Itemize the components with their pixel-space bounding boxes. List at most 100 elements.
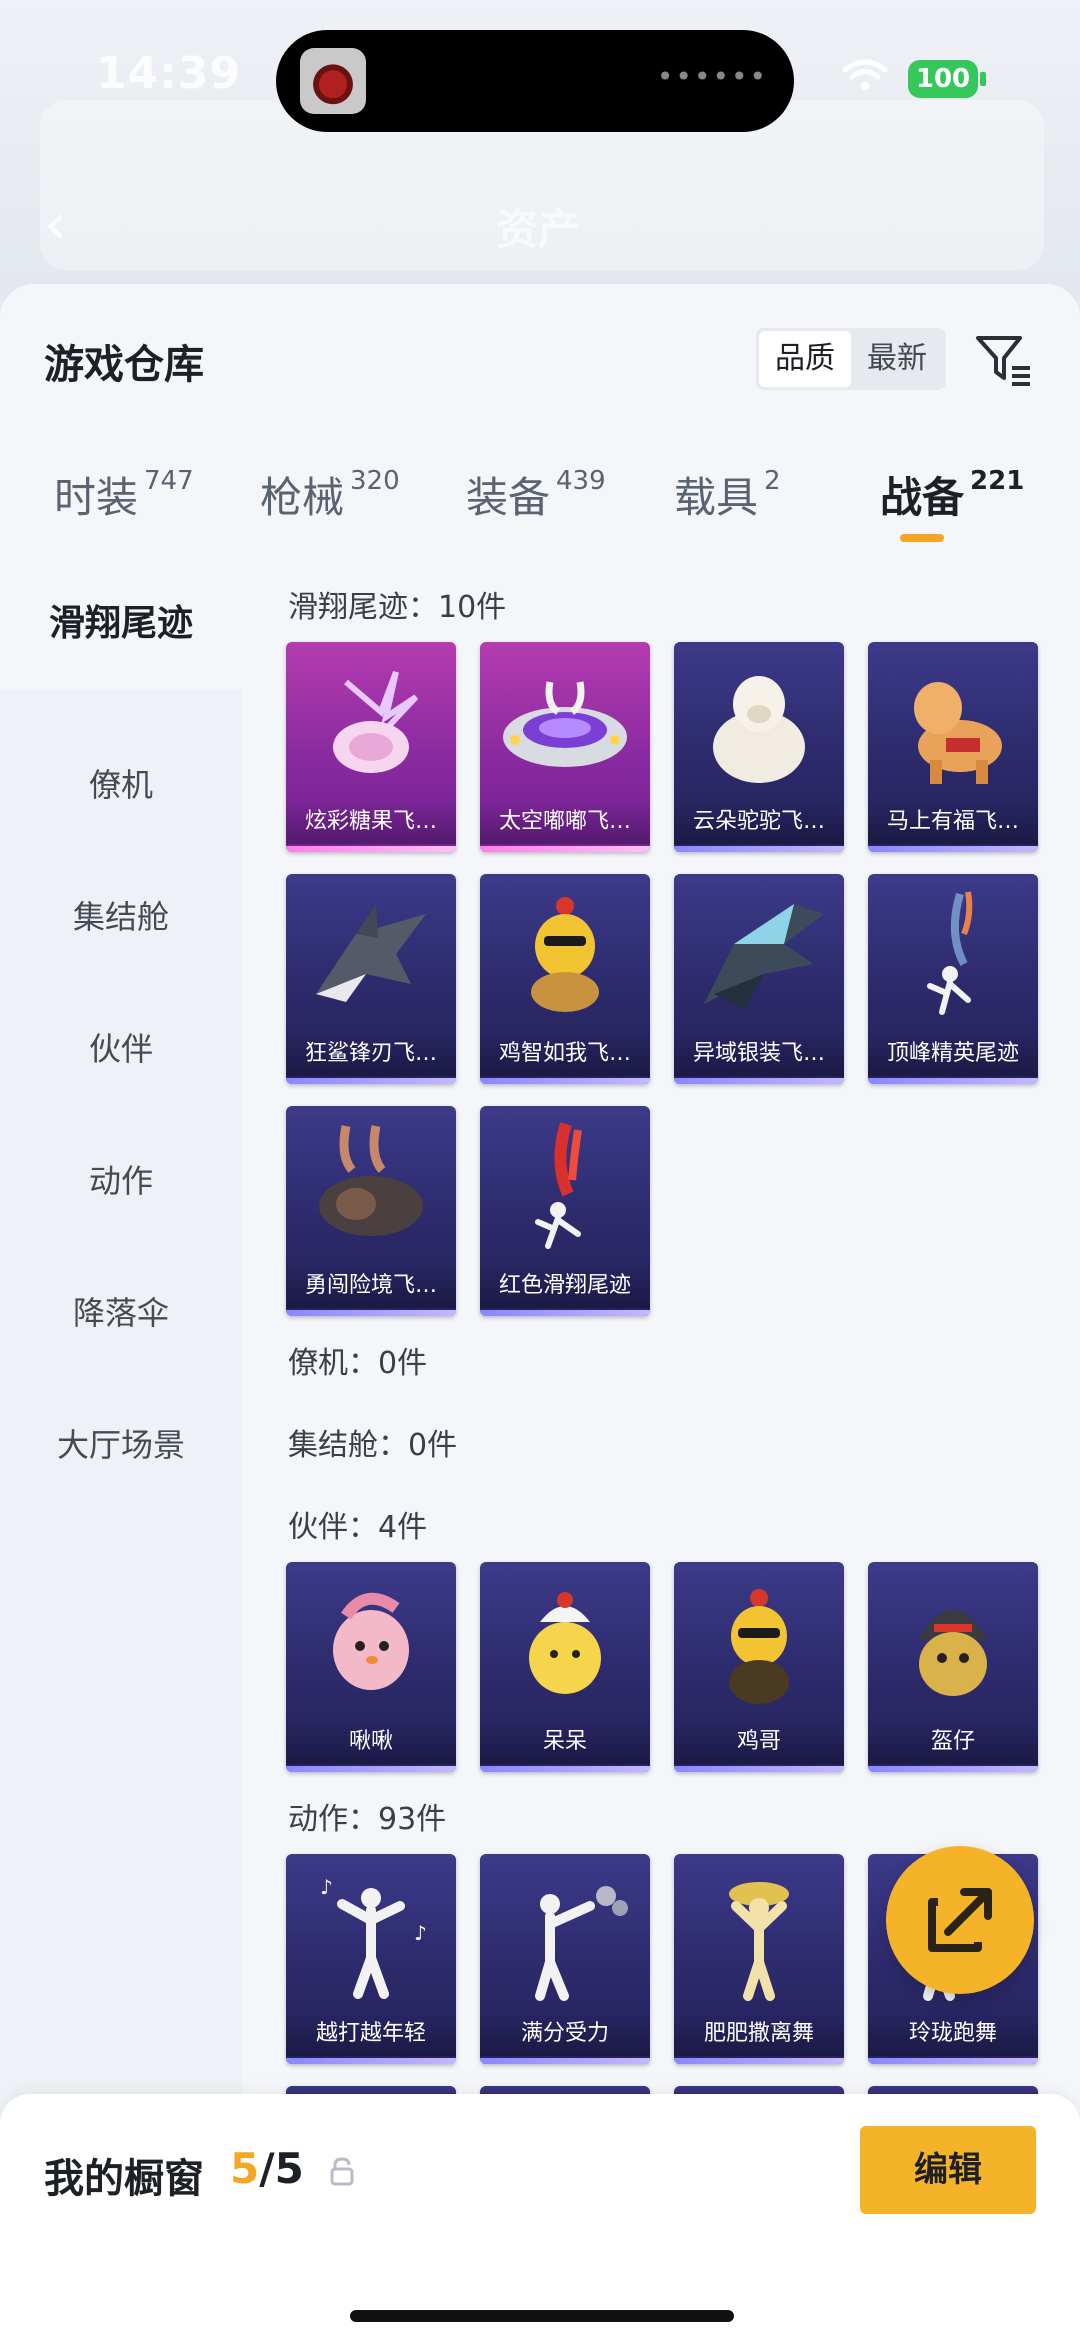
svg-text:♪: ♪ [320, 1875, 333, 1899]
showcase-total: /5 [259, 2144, 304, 2193]
filter-icon[interactable] [974, 332, 1034, 388]
item-card[interactable]: 啾啾 [286, 1562, 456, 1772]
red-trail-image [535, 1122, 582, 1249]
showcase-current: 5 [230, 2144, 260, 2193]
item-name: 马上有福飞… [868, 800, 1038, 844]
item-name: 炫彩糖果飞… [286, 800, 456, 844]
sidebar-item-partner[interactable]: 伙伴 [0, 1024, 242, 1070]
item-card[interactable]: 异域银装飞… [674, 874, 844, 1084]
tab-fashion[interactable]: 时装 747 [54, 464, 194, 525]
share-button[interactable] [886, 1846, 1034, 1994]
item-card[interactable]: 狂鲨锋刃飞… [286, 874, 456, 1084]
page-title: 游戏仓库 [44, 342, 204, 388]
item-card[interactable]: ♪ ♪ 越打越年轻 [286, 1854, 456, 2064]
sort-toggle[interactable]: 品质 最新 [756, 328, 946, 390]
item-name: 红色滑翔尾迹 [480, 1264, 650, 1308]
tab-guns[interactable]: 枪械 320 [260, 464, 400, 525]
lock-icon [330, 2157, 354, 2186]
share-icon [928, 1888, 992, 1952]
section-heading-rally-pod: 集结舱：0件 [288, 1428, 458, 1463]
tab-label: 装备 [466, 473, 551, 522]
item-name: 肥肥撒离舞 [674, 2012, 844, 2056]
tab-label: 枪械 [260, 473, 345, 522]
emote-dance-image: ♪♪ [320, 1875, 427, 1999]
partner-jiujiu-image [333, 1592, 409, 1690]
tab-count: 320 [350, 466, 400, 496]
showcase-bar: 我的橱窗 5/5 编辑 [0, 2094, 1080, 2341]
status-time: 14:39 [96, 48, 242, 99]
game-warehouse-sheet: 游戏仓库 品质 最新 时装 747 枪械 320 装备 439 载具 2 战备 221 滑… [0, 284, 1080, 2341]
item-name: 顶峰精英尾迹 [868, 1032, 1038, 1076]
active-tab-indicator [900, 534, 944, 542]
item-card[interactable]: 肥肥撒离舞 [674, 1854, 844, 2064]
sort-quality[interactable]: 品质 [759, 331, 851, 387]
section-heading-partner: 伙伴：4件 [288, 1510, 428, 1545]
shark-blade-image [316, 904, 426, 1002]
item-name: 呆呆 [480, 1720, 650, 1764]
partner-daidai-image [529, 1592, 601, 1694]
tab-count: 2 [764, 466, 781, 496]
item-card[interactable]: 鸡哥 [674, 1562, 844, 1772]
sidebar-item-glide-trail[interactable]: 滑翔尾迹 [0, 558, 242, 690]
silver-wing-image [704, 904, 824, 1009]
item-name: 盔仔 [868, 1720, 1038, 1764]
sidebar: 滑翔尾迹 僚机 集结舱 伙伴 动作 降落伞 大厅场景 [0, 558, 242, 2341]
item-name: 勇闯险境飞… [286, 1264, 456, 1308]
item-name: 鸡智如我飞… [480, 1032, 650, 1076]
item-card[interactable]: 盔仔 [868, 1562, 1038, 1772]
lucky-horse-image [914, 682, 1002, 784]
section-heading-glide-trail: 滑翔尾迹：10件 [288, 590, 507, 625]
cloud-alpaca-image [713, 676, 805, 783]
item-card[interactable]: 炫彩糖果飞… [286, 642, 456, 852]
item-name: 越打越年轻 [286, 2012, 456, 2056]
battery-indicator: 100 [908, 60, 978, 98]
dynamic-island: •••••• [276, 30, 794, 132]
sidebar-item-lobby-scene[interactable]: 大厅场景 [0, 1420, 242, 1466]
tab-count: 747 [144, 466, 194, 496]
partner-kuizai-image [918, 1610, 988, 1696]
home-indicator [350, 2310, 734, 2322]
item-card[interactable]: 红色滑翔尾迹 [480, 1106, 650, 1316]
tab-count: 439 [556, 466, 606, 496]
item-card[interactable]: 云朵驼驼飞… [674, 642, 844, 852]
edit-button[interactable]: 编辑 [860, 2126, 1036, 2214]
item-name: 狂鲨锋刃飞… [286, 1032, 456, 1076]
sidebar-item-wingman[interactable]: 僚机 [0, 760, 242, 806]
sidebar-item-emote[interactable]: 动作 [0, 1156, 242, 1202]
item-card[interactable]: 勇闯险境飞… [286, 1106, 456, 1316]
wifi-icon [842, 59, 888, 91]
emote-full-score-image [535, 1886, 628, 2001]
item-card[interactable]: 太空嘟嘟飞… [480, 642, 650, 852]
tab-label: 战备 [880, 473, 965, 522]
item-card[interactable]: 满分受力 [480, 1854, 650, 2064]
background-page-title: 资产 [496, 205, 581, 254]
chicken-glider-image [531, 897, 599, 1012]
tab-vehicles[interactable]: 载具 2 [674, 464, 781, 525]
showcase-label: 我的橱窗 [44, 2156, 204, 2202]
partner-jige-image [729, 1589, 789, 1704]
tab-equipment[interactable]: 装备 439 [466, 464, 606, 525]
item-card[interactable]: 呆呆 [480, 1562, 650, 1772]
tab-count: 221 [970, 466, 1025, 496]
category-tabs: 时装 747 枪械 320 装备 439 载具 2 战备 221 [0, 464, 1080, 544]
island-dots: •••••• [656, 60, 768, 93]
section-heading-emote: 动作：93件 [288, 1802, 447, 1837]
candy-glider-image [333, 670, 419, 773]
showcase-count: 5/5 [230, 2144, 304, 2193]
item-name: 异域银装飞… [674, 1032, 844, 1076]
tab-tactical[interactable]: 战备 221 [880, 464, 1024, 525]
space-ufo-image [503, 681, 627, 767]
sidebar-item-rally-pod[interactable]: 集结舱 [0, 892, 242, 938]
item-name: 玲珑跑舞 [868, 2012, 1038, 2056]
item-card[interactable]: 鸡智如我飞… [480, 874, 650, 1084]
item-name: 啾啾 [286, 1720, 456, 1764]
elite-trail-image [927, 891, 973, 1015]
sort-newest[interactable]: 最新 [851, 331, 943, 387]
svg-text:♪: ♪ [414, 1921, 427, 1945]
sidebar-item-parachute[interactable]: 降落伞 [0, 1288, 242, 1334]
adventure-glider-image [319, 1125, 423, 1236]
item-name: 太空嘟嘟飞… [480, 800, 650, 844]
item-card[interactable]: 马上有福飞… [868, 642, 1038, 852]
emote-fat-dance-image [729, 1882, 789, 2001]
item-card[interactable]: 顶峰精英尾迹 [868, 874, 1038, 1084]
